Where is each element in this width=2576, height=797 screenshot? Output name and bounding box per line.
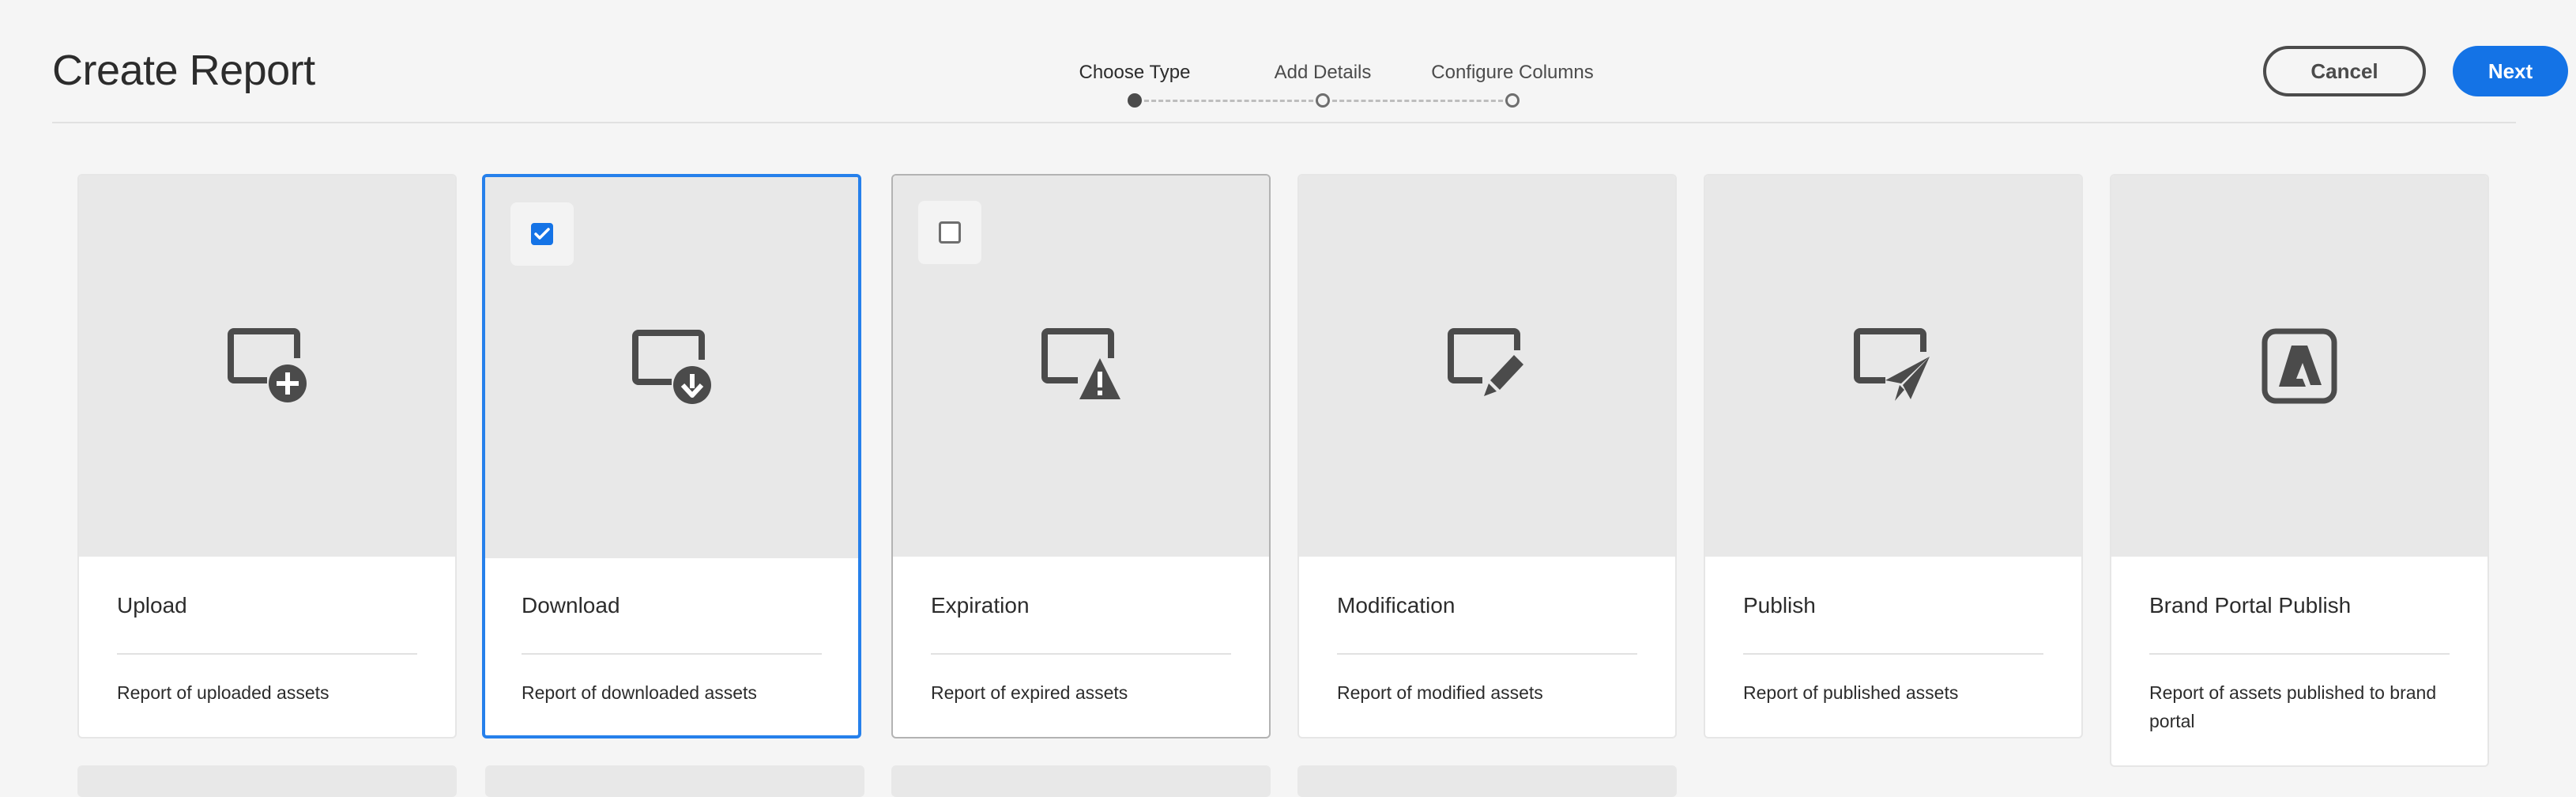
report-card-brand-portal-publish[interactable]: Brand Portal Publish Report of assets pu… — [2110, 174, 2489, 767]
card-divider — [1743, 653, 2043, 655]
step-indicator-pending — [1316, 93, 1330, 108]
card-select-toggle[interactable] — [510, 202, 574, 266]
card-select-toggle[interactable] — [918, 201, 981, 264]
card-title: Modification — [1337, 593, 1456, 618]
report-card-partial[interactable] — [891, 765, 1271, 797]
card-divider — [117, 653, 417, 655]
report-card-modification[interactable]: Modification Report of modified assets — [1297, 174, 1677, 738]
next-button[interactable]: Next — [2453, 46, 2568, 96]
step-connector — [1144, 100, 1313, 102]
report-card-publish[interactable]: Publish Report of published assets — [1704, 174, 2083, 738]
step-indicator-current — [1128, 93, 1142, 108]
card-divider — [2149, 653, 2450, 655]
brand-portal-icon — [2262, 328, 2337, 404]
expiration-report-icon — [1041, 328, 1120, 399]
report-card-partial[interactable] — [77, 765, 457, 797]
card-title: Publish — [1743, 593, 1816, 618]
card-divider — [931, 653, 1231, 655]
publish-report-icon — [1854, 328, 1930, 401]
report-card-partial[interactable] — [485, 765, 864, 797]
card-divider — [1337, 653, 1637, 655]
step-connector — [1332, 100, 1503, 102]
card-title: Expiration — [931, 593, 1030, 618]
checkbox-checked[interactable] — [531, 223, 553, 245]
wizard-stepper: Choose Type Add Details Configure Column… — [1032, 0, 1617, 123]
card-description: Report of uploaded assets — [117, 682, 330, 703]
modification-report-icon — [1448, 328, 1523, 396]
report-card-partial[interactable] — [1297, 765, 1677, 797]
checkbox-unchecked[interactable] — [939, 221, 961, 244]
step-configure-columns: Configure Columns — [1431, 62, 1594, 83]
card-divider — [522, 653, 822, 655]
header: Create Report Choose Type Add Details Co… — [52, 0, 2568, 123]
cancel-button[interactable]: Cancel — [2263, 46, 2426, 96]
card-title: Brand Portal Publish — [2149, 593, 2352, 618]
step-add-details: Add Details — [1274, 62, 1372, 83]
card-thumbnail — [2111, 176, 2487, 557]
card-description: Report of downloaded assets — [522, 682, 757, 703]
card-description: Report of modified assets — [1337, 682, 1543, 703]
upload-report-icon — [228, 328, 307, 402]
card-title: Download — [522, 593, 620, 618]
step-choose-type: Choose Type — [1079, 62, 1191, 83]
card-description: Report of published assets — [1743, 682, 1959, 703]
download-report-icon — [632, 330, 711, 404]
report-card-upload[interactable]: Upload Report of uploaded assets — [77, 174, 457, 738]
card-description: Report of assets published to brand port… — [2149, 682, 2437, 731]
card-thumbnail — [79, 176, 455, 557]
report-card-expiration[interactable]: Expiration Report of expired assets — [891, 174, 1271, 738]
card-description: Report of expired assets — [931, 682, 1128, 703]
card-thumbnail — [1299, 176, 1675, 557]
card-thumbnail — [1705, 176, 2081, 557]
page-title: Create Report — [52, 47, 315, 94]
card-title: Upload — [117, 593, 187, 618]
step-indicator-pending — [1505, 93, 1520, 108]
report-card-download[interactable]: Download Report of downloaded assets — [482, 174, 861, 738]
checkmark-icon — [534, 228, 550, 240]
